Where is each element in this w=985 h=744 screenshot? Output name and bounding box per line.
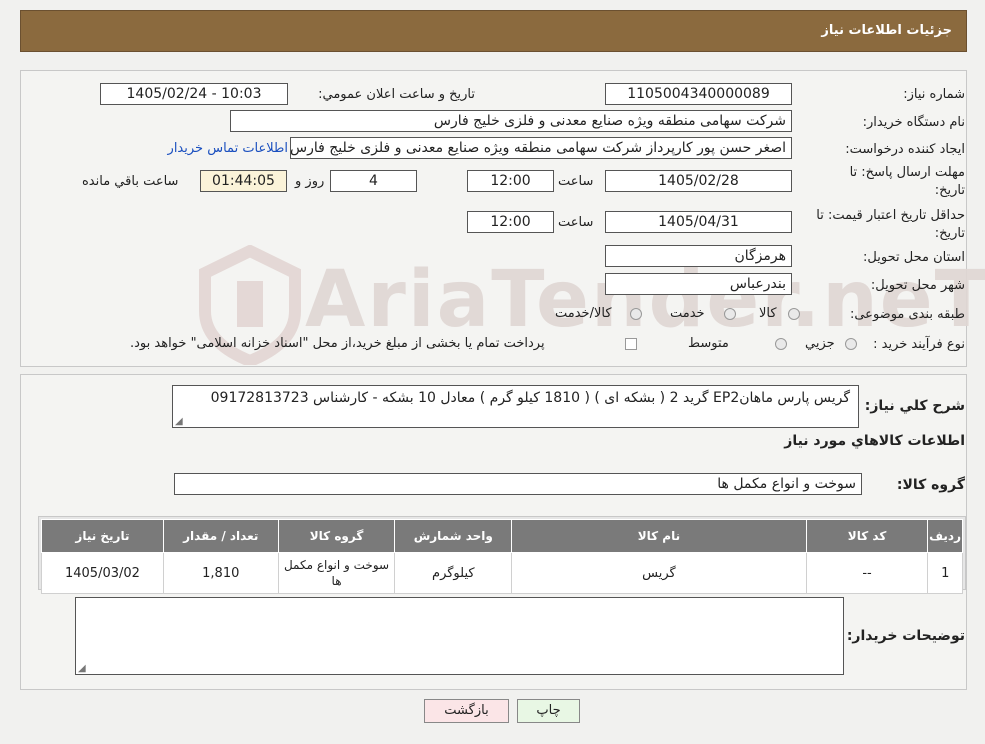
category-radio-service[interactable] [724, 308, 736, 320]
items-table: رديف کد کالا نام کالا واحد شمارش گروه کا… [41, 519, 963, 594]
buyer-field: شرکت سهامی منطقه ویژه صنایع معدنی و فلزی… [230, 110, 792, 132]
cell-row-number: 1 [927, 552, 963, 594]
page-title: جزئیات اطلاعات نیاز [821, 23, 952, 38]
group-label: گروه کالا: [896, 477, 965, 493]
remaining-time-label: ساعت باقي مانده [82, 174, 179, 189]
validity-date-field: 1405/04/31 [605, 211, 792, 233]
column-header-item-code: کد کالا [805, 519, 929, 553]
category-option-goods: کالا [759, 306, 777, 321]
contact-info-link[interactable]: اطلاعات تماس خريدار [168, 141, 288, 156]
cell-group: سوخت و انواع مکمل ها [277, 552, 396, 594]
table-row: 1 -- گريس کيلوگرم سوخت و انواع مکمل ها 1… [41, 552, 963, 594]
validity-time-field: 12:00 [467, 211, 554, 233]
group-field: سوخت و انواع مکمل ها [174, 473, 862, 495]
column-header-need-date: تاريخ نياز [41, 519, 164, 553]
summary-textarea: گریس پارس ماهانEP2 گرید 2 ( بشکه ای ) ( … [172, 385, 859, 428]
process-radio-medium[interactable] [775, 338, 787, 350]
deadline-label: مهلت ارسال پاسخ: تا [849, 165, 965, 180]
summary-text: گریس پارس ماهانEP2 گرید 2 ( بشکه ای ) ( … [210, 390, 850, 406]
process-option-medium: متوسط [688, 336, 729, 351]
column-header-group: گروه کالا [277, 519, 396, 553]
validity-label: حداقل تاريخ اعتبار قيمت: تا [816, 208, 965, 223]
remaining-time-field: 01:44:05 [200, 170, 287, 192]
items-table-wrapper: رديف کد کالا نام کالا واحد شمارش گروه کا… [38, 516, 966, 594]
cell-need-date: 1405/03/02 [41, 552, 164, 594]
need-number-field: 1105004340000089 [605, 83, 792, 105]
deadline-time-label: ساعت [558, 174, 594, 189]
cell-item-name: گريس [511, 552, 807, 594]
validity-label-2: تاريخ: [934, 226, 965, 241]
announce-field: 1405/02/24 - 10:03 [100, 83, 288, 105]
category-option-service: خدمت [670, 306, 705, 321]
days-field: 4 [330, 170, 417, 192]
validity-time-label: ساعت [558, 215, 594, 230]
process-note: پرداخت تمام يا بخشی از مبلغ خريد،از محل … [130, 336, 545, 351]
watermark-text: AriaTender.neT [305, 255, 985, 345]
notes-resize-handle-icon[interactable]: ◢ [78, 663, 86, 674]
process-option-minor: جزيي [805, 336, 835, 351]
resize-handle-icon[interactable]: ◢ [175, 416, 183, 427]
cell-unit: کيلوگرم [394, 552, 513, 594]
summary-label: شرح کلي نياز: [864, 398, 965, 414]
days-label: روز و [295, 174, 325, 189]
back-button[interactable]: بازگشت [424, 699, 509, 723]
column-header-unit: واحد شمارش [394, 519, 513, 553]
deadline-label-2: تاريخ: [934, 183, 965, 198]
buyer-notes-label: توضيحات خريدار: [846, 628, 965, 644]
buyer-notes-text [76, 598, 843, 606]
process-radio-minor[interactable] [845, 338, 857, 350]
province-field: هرمزگان [605, 245, 792, 267]
creator-label: ايجاد کننده درخواست: [845, 142, 965, 157]
column-header-quantity: تعداد / مقدار [162, 519, 279, 553]
buyer-label: نام دستگاه خريدار: [862, 115, 965, 130]
category-radio-goods-service[interactable] [630, 308, 642, 320]
buyer-notes-textarea[interactable]: ◢ [75, 597, 844, 675]
deadline-date-field: 1405/02/28 [605, 170, 792, 192]
category-option-goods-service: کالا/خدمت [555, 306, 612, 321]
print-button[interactable]: چاپ [517, 699, 580, 723]
category-radio-goods[interactable] [788, 308, 800, 320]
treasury-checkbox[interactable] [625, 338, 637, 350]
city-field: بندرعباس [605, 273, 792, 295]
page-header: جزئیات اطلاعات نیاز [20, 10, 967, 52]
category-label: طبقه بندی موضوعی: [849, 307, 965, 322]
deadline-time-field: 12:00 [467, 170, 554, 192]
process-label: نوع فرآيند خريد : [873, 337, 965, 352]
announce-label: تاريخ و ساعت اعلان عمومي: [318, 87, 475, 102]
cell-item-code: -- [805, 552, 929, 594]
cell-quantity: 1,810 [162, 552, 279, 594]
column-header-row-number: رديف [927, 519, 963, 553]
need-number-label: شماره نیاز: [903, 87, 965, 102]
creator-field: اصغر حسن پور کارپرداز شرکت سهامی منطقه و… [290, 137, 792, 159]
province-label: استان محل تحويل: [863, 250, 965, 265]
column-header-item-name: نام کالا [511, 519, 807, 553]
city-label: شهر محل تحويل: [870, 278, 965, 293]
items-title: اطلاعات کالاهاي مورد نياز [784, 433, 965, 449]
table-header-row: رديف کد کالا نام کالا واحد شمارش گروه کا… [41, 519, 963, 553]
